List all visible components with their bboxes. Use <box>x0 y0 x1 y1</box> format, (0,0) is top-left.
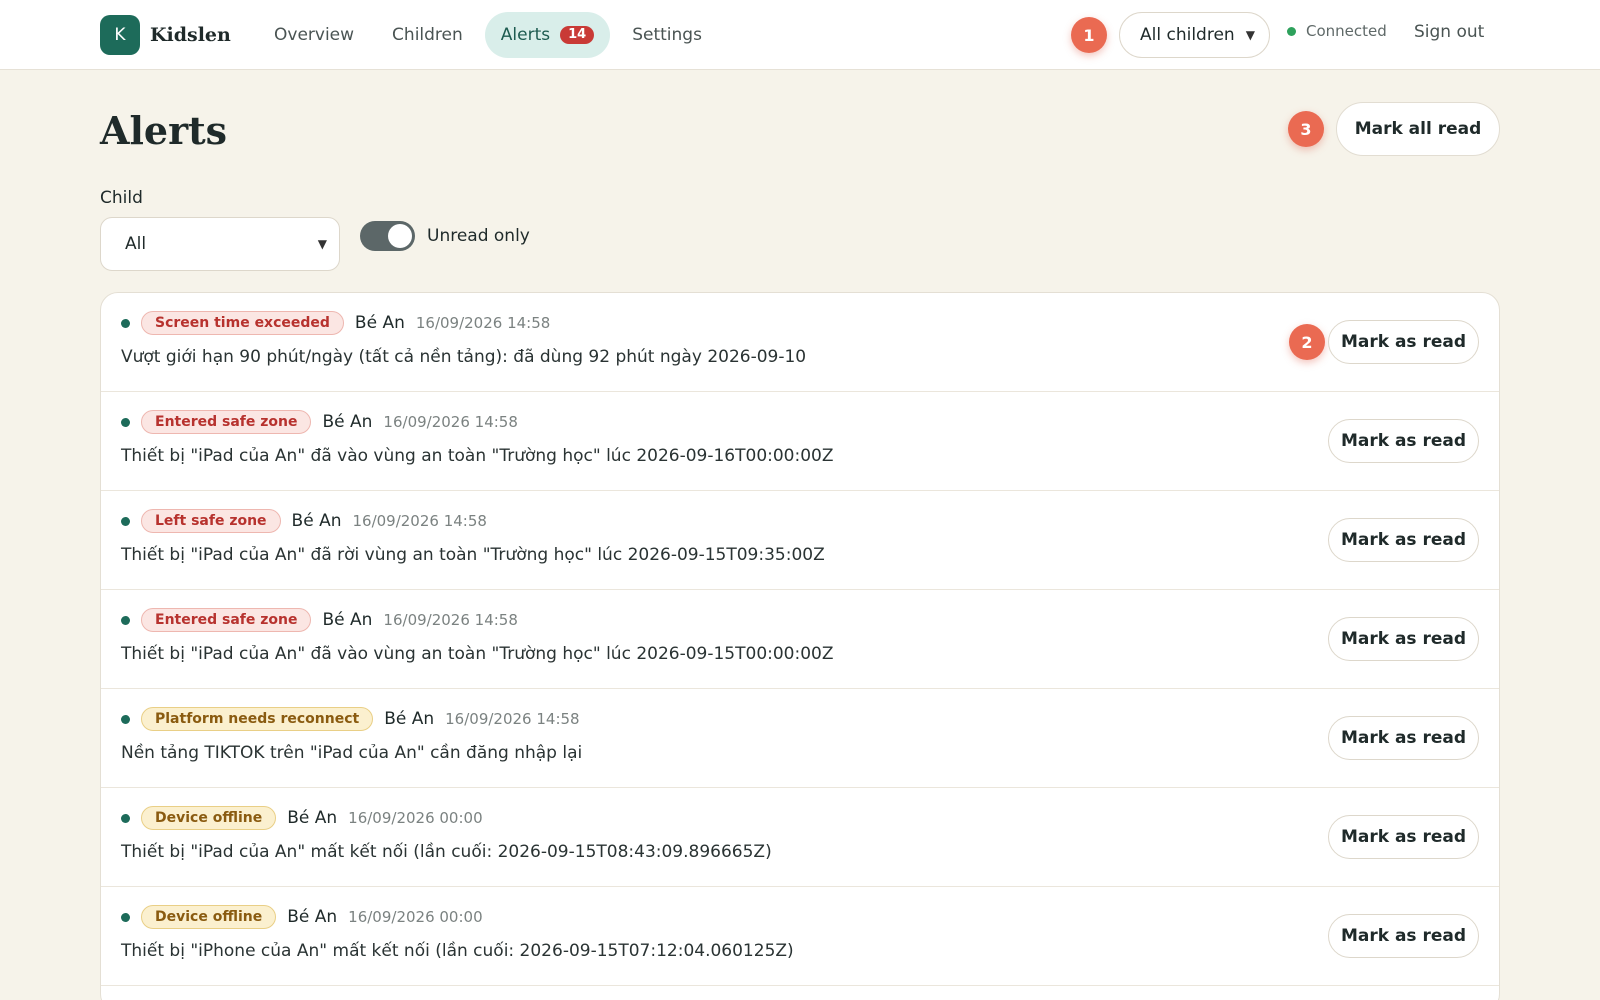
child-selector-dropdown[interactable]: All children ▼ <box>1119 12 1270 58</box>
top-navigation-bar: K Kidslen Overview Children Alerts 14 Se… <box>0 0 1600 70</box>
unread-dot-icon <box>121 318 130 328</box>
mark-all-read-button[interactable]: Mark all read <box>1336 102 1500 156</box>
alert-child-name: Bé An <box>322 610 373 630</box>
mark-as-read-button[interactable]: Mark as read <box>1328 914 1479 958</box>
child-filter-select[interactable]: All ▼ <box>100 217 340 271</box>
annotation-marker-2: 2 <box>1289 324 1325 360</box>
alert-timestamp: 16/09/2026 14:58 <box>383 413 518 431</box>
toggle-switch[interactable] <box>360 221 415 251</box>
alert-type-tag: Device offline <box>141 806 277 830</box>
alert-row: Platform needs reconnect Bé An 16/09/2026 … <box>101 689 1499 788</box>
alert-row: Entered safe zone Bé An 16/09/2026 14:58 Th… <box>101 590 1499 689</box>
connection-status-label: Connected <box>1306 22 1387 40</box>
mark-as-read-button[interactable]: Mark as read <box>1328 617 1479 661</box>
alert-message: Thiết bị "iPhone của An" mất kết nối (lầ… <box>121 941 794 961</box>
alert-meta: Left safe zone Bé An 16/09/2026 14:58 <box>121 509 487 533</box>
alert-meta: Screen time exceeded Bé An 16/09/2026 14:5… <box>121 311 550 335</box>
nav-alerts-label: Alerts <box>500 25 551 45</box>
alert-row: Screen time exceeded Bé An 16/09/2026 14:5… <box>101 293 1499 392</box>
alert-message: Nền tảng TIKTOK trên "iPad của An" cần đ… <box>121 743 583 763</box>
mark-as-read-button[interactable]: Mark as read <box>1328 320 1479 364</box>
sign-out-link[interactable]: Sign out <box>1414 22 1484 42</box>
connected-status-dot-icon <box>1287 26 1296 36</box>
alert-meta: Entered safe zone Bé An 16/09/2026 14:58 <box>121 608 518 632</box>
alert-child-name: Bé An <box>322 412 373 432</box>
unread-dot-icon <box>121 714 130 724</box>
app-name: Kidslen <box>150 24 231 46</box>
chevron-down-icon: ▼ <box>317 237 327 251</box>
alert-type-tag: Left safe zone <box>141 509 281 533</box>
child-filter-label: Child <box>100 188 143 208</box>
alert-message: Thiết bị "iPad của An" mất kết nối (lần … <box>121 842 772 862</box>
mark-as-read-button[interactable]: Mark as read <box>1328 518 1479 562</box>
mark-as-read-button[interactable]: Mark as read <box>1328 815 1479 859</box>
unread-dot-icon <box>121 912 130 922</box>
alerts-list: Screen time exceeded Bé An 16/09/2026 14:5… <box>100 292 1500 1000</box>
alert-type-tag: Screen time exceeded <box>141 311 344 335</box>
nav-overview[interactable]: Overview <box>258 12 370 58</box>
app-logo: K <box>100 15 140 55</box>
unread-dot-icon <box>121 417 130 427</box>
unread-dot-icon <box>121 813 130 823</box>
nav-alerts[interactable]: Alerts 14 <box>484 12 611 58</box>
annotation-marker-3: 3 <box>1288 111 1324 147</box>
brand[interactable]: K Kidslen <box>100 15 231 55</box>
alert-meta: Entered safe zone Bé An 16/09/2026 14:58 <box>121 410 518 434</box>
unread-only-label: Unread only <box>427 226 530 246</box>
mark-as-read-button[interactable]: Mark as read <box>1328 716 1479 760</box>
alerts-count-badge: 14 <box>560 26 595 44</box>
unread-dot-icon <box>121 615 130 625</box>
alert-child-name: Bé An <box>354 313 405 333</box>
connection-status: Connected <box>1287 22 1387 40</box>
alert-child-name: Bé An <box>287 907 338 927</box>
toggle-knob <box>388 224 412 248</box>
mark-as-read-button[interactable]: Mark as read <box>1328 419 1479 463</box>
alert-row: Entered safe zone Bé An 16/09/2026 14:58 Th… <box>101 392 1499 491</box>
alert-timestamp: 16/09/2026 14:58 <box>415 314 551 332</box>
alert-timestamp: 16/09/2026 14:58 <box>445 710 580 728</box>
nav-settings[interactable]: Settings <box>616 12 718 58</box>
alert-message: Thiết bị "iPad của An" đã rời vùng an to… <box>121 545 825 565</box>
alert-row: Device offline Bé An 16/09/2026 00:00 Thiết… <box>101 788 1499 887</box>
alert-meta: Device offline Bé An 16/09/2026 00:00 <box>121 905 483 929</box>
alert-type-tag: Entered safe zone <box>141 410 312 434</box>
child-filter-value: All <box>125 234 147 254</box>
alert-message: Thiết bị "iPad của An" đã vào vùng an to… <box>121 644 834 664</box>
alert-meta: Platform needs reconnect Bé An 16/09/2026 … <box>121 707 580 731</box>
alert-child-name: Bé An <box>287 808 338 828</box>
main-nav: Overview Children Alerts 14 Settings <box>258 12 718 58</box>
unread-dot-icon <box>121 516 130 526</box>
page-title: Alerts <box>100 108 228 153</box>
unread-only-toggle[interactable]: Unread only <box>360 221 530 251</box>
alert-timestamp: 16/09/2026 14:58 <box>383 611 518 629</box>
alert-row: Device offline Bé An 16/09/2026 00:00 Thiết… <box>101 887 1499 986</box>
chevron-down-icon: ▼ <box>1245 28 1255 42</box>
alert-type-tag: Device offline <box>141 905 277 929</box>
alert-timestamp: 16/09/2026 00:00 <box>348 908 483 926</box>
alert-type-tag: Platform needs reconnect <box>141 707 374 731</box>
alert-meta: Device offline Bé An 16/09/2026 00:00 <box>121 806 483 830</box>
alert-timestamp: 16/09/2026 00:00 <box>348 809 483 827</box>
alert-row: Left safe zone Bé An 16/09/2026 14:58 Thiết… <box>101 491 1499 590</box>
alert-message: Vượt giới hạn 90 phút/ngày (tất cả nền t… <box>121 347 807 367</box>
alert-timestamp: 16/09/2026 14:58 <box>352 512 487 530</box>
alert-child-name: Bé An <box>291 511 342 531</box>
alert-message: Thiết bị "iPad của An" đã vào vùng an to… <box>121 446 834 466</box>
alert-type-tag: Entered safe zone <box>141 608 312 632</box>
annotation-marker-1: 1 <box>1071 17 1107 53</box>
alert-child-name: Bé An <box>384 709 435 729</box>
child-selector-value: All children <box>1140 25 1235 45</box>
nav-children[interactable]: Children <box>376 12 479 58</box>
